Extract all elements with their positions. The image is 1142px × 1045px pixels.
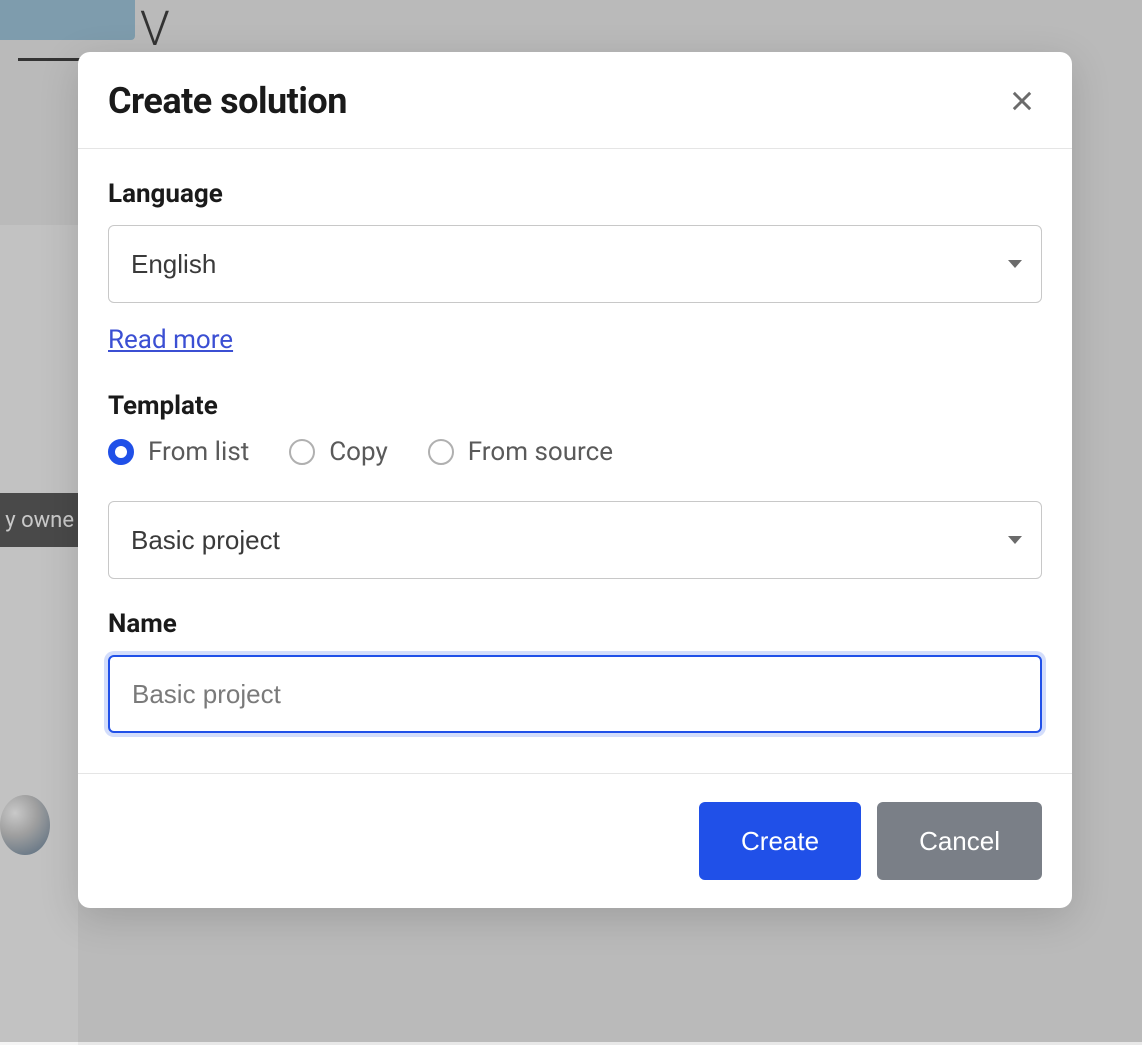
- radio-label-from-source: From source: [468, 437, 613, 467]
- read-more-link[interactable]: Read more: [108, 325, 233, 355]
- radio-copy[interactable]: Copy: [289, 437, 388, 467]
- language-select-wrap: English: [108, 225, 1042, 303]
- template-radio-group: From list Copy From source: [108, 437, 1042, 467]
- radio-indicator: [428, 439, 454, 465]
- template-label: Template: [108, 391, 1042, 421]
- language-select[interactable]: English: [108, 225, 1042, 303]
- template-select[interactable]: Basic project: [108, 501, 1042, 579]
- template-select-wrap: Basic project: [108, 501, 1042, 579]
- close-icon: [1008, 87, 1036, 115]
- modal-title: Create solution: [108, 80, 347, 122]
- modal-header: Create solution: [78, 52, 1072, 149]
- create-solution-modal: Create solution Language English Read mo…: [78, 52, 1072, 908]
- cancel-button[interactable]: Cancel: [877, 802, 1042, 880]
- radio-label-copy: Copy: [329, 437, 388, 467]
- name-input-wrap: [108, 655, 1042, 733]
- language-label: Language: [108, 179, 1042, 209]
- create-button[interactable]: Create: [699, 802, 861, 880]
- radio-from-source[interactable]: From source: [428, 437, 613, 467]
- radio-label-from-list: From list: [148, 437, 249, 467]
- name-label: Name: [108, 609, 1042, 639]
- close-button[interactable]: [1002, 81, 1042, 121]
- radio-from-list[interactable]: From list: [108, 437, 249, 467]
- name-input[interactable]: [108, 655, 1042, 733]
- radio-indicator: [108, 439, 134, 465]
- radio-indicator: [289, 439, 315, 465]
- modal-footer: Create Cancel: [78, 773, 1072, 908]
- modal-body: Language English Read more Template From…: [78, 149, 1072, 773]
